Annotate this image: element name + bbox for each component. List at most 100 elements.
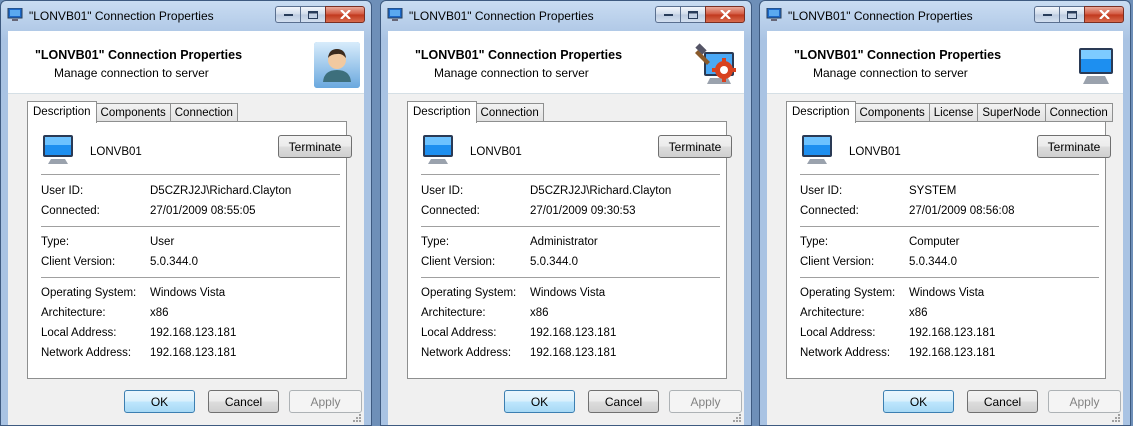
minimize-button[interactable] <box>655 6 680 23</box>
admin-tools-icon <box>695 43 736 84</box>
network-address-value: 192.168.123.181 <box>150 347 237 359</box>
tab-connection[interactable]: Connection <box>476 103 544 122</box>
minimize-button[interactable] <box>1034 6 1059 23</box>
header-title: "LONVB01" Connection Properties <box>35 48 243 62</box>
resize-grip-icon[interactable] <box>352 413 362 423</box>
client-version-label: Client Version: <box>41 256 116 268</box>
monitor-icon <box>1079 48 1113 84</box>
monitor-icon <box>766 8 782 21</box>
terminate-button[interactable]: Terminate <box>278 135 352 158</box>
arch-value: x86 <box>530 307 549 319</box>
local-address-value: 192.168.123.181 <box>909 327 996 339</box>
network-address-row: Network Address: 192.168.123.181 <box>800 347 995 359</box>
connected-row: Connected: 27/01/2009 08:56:08 <box>800 205 1015 217</box>
connected-value: 27/01/2009 08:56:08 <box>909 205 1015 217</box>
os-label: Operating System: <box>41 287 137 299</box>
resize-grip-icon[interactable] <box>1111 413 1121 423</box>
separator <box>41 277 340 278</box>
separator <box>800 226 1099 227</box>
tab-description[interactable]: Description <box>407 101 477 123</box>
user-id-value: D5CZRJ2J\Richard.Clayton <box>530 185 672 197</box>
type-label: Type: <box>421 236 450 248</box>
type-row: Type: Administrator <box>421 236 598 248</box>
title-bar[interactable]: "LONVB01" Connection Properties <box>381 1 751 31</box>
ok-button[interactable]: OK <box>883 390 954 413</box>
maximize-button[interactable] <box>300 6 325 23</box>
local-address-row: Local Address: 192.168.123.181 <box>421 327 616 339</box>
network-address-value: 192.168.123.181 <box>530 347 617 359</box>
user-id-row: User ID: D5CZRJ2J\Richard.Clayton <box>41 185 291 197</box>
connected-label: Connected: <box>41 205 100 217</box>
os-row: Operating System: Windows Vista <box>800 287 984 299</box>
ok-button[interactable]: OK <box>504 390 575 413</box>
os-label: Operating System: <box>800 287 896 299</box>
header-subtitle: Manage connection to server <box>434 66 589 80</box>
close-button[interactable] <box>1084 6 1124 23</box>
dialog-header: "LONVB01" Connection Properties Manage c… <box>388 31 744 94</box>
apply-button[interactable]: Apply <box>669 390 742 413</box>
os-value: Windows Vista <box>150 287 226 299</box>
apply-button[interactable]: Apply <box>289 390 362 413</box>
header-title: "LONVB01" Connection Properties <box>794 48 1002 62</box>
computer-icon <box>423 135 453 164</box>
arch-label: Architecture: <box>41 307 106 319</box>
separator <box>41 174 340 175</box>
header-title: "LONVB01" Connection Properties <box>415 48 623 62</box>
user-icon <box>314 42 360 88</box>
network-address-row: Network Address: 192.168.123.181 <box>421 347 616 359</box>
tab-connection[interactable]: Connection <box>170 103 238 122</box>
computer-name: LONVB01 <box>470 146 522 158</box>
separator <box>800 174 1099 175</box>
tab-description[interactable]: Description <box>786 101 856 123</box>
arch-row: Architecture: x86 <box>800 307 928 319</box>
dialog-window-administrator: "LONVB01" Connection Properties "LONVB01… <box>380 0 752 426</box>
client-version-label: Client Version: <box>800 256 875 268</box>
local-address-value: 192.168.123.181 <box>530 327 617 339</box>
arch-label: Architecture: <box>421 307 486 319</box>
arch-value: x86 <box>150 307 169 319</box>
tab-connection[interactable]: Connection <box>1045 103 1113 122</box>
close-button[interactable] <box>325 6 365 23</box>
ok-button[interactable]: OK <box>124 390 195 413</box>
terminate-button[interactable]: Terminate <box>658 135 732 158</box>
tab-components[interactable]: Components <box>96 103 171 122</box>
resize-grip-icon[interactable] <box>732 413 742 423</box>
maximize-button[interactable] <box>680 6 705 23</box>
user-id-row: User ID: D5CZRJ2J\Richard.Clayton <box>421 185 671 197</box>
window-title: "LONVB01" Connection Properties <box>788 9 973 23</box>
client-version-label: Client Version: <box>421 256 496 268</box>
cancel-button[interactable]: Cancel <box>967 390 1038 413</box>
tab-description[interactable]: Description <box>27 101 97 123</box>
maximize-icon <box>688 10 698 19</box>
dialog-header: "LONVB01" Connection Properties Manage c… <box>767 31 1123 94</box>
header-subtitle: Manage connection to server <box>54 66 209 80</box>
tab-supernode[interactable]: SuperNode <box>978 103 1046 122</box>
title-bar[interactable]: "LONVB01" Connection Properties <box>1 1 371 31</box>
cancel-button[interactable]: Cancel <box>208 390 279 413</box>
connected-label: Connected: <box>800 205 859 217</box>
description-panel: LONVB01 Terminate User ID: SYSTEM Connect… <box>786 121 1111 379</box>
apply-button[interactable]: Apply <box>1048 390 1121 413</box>
local-address-row: Local Address: 192.168.123.181 <box>41 327 236 339</box>
dialog-window-computer: "LONVB01" Connection Properties "LONVB01… <box>759 0 1131 426</box>
tab-components[interactable]: Components <box>855 103 930 122</box>
minimize-button[interactable] <box>275 6 300 23</box>
terminate-button[interactable]: Terminate <box>1037 135 1111 158</box>
connected-row: Connected: 27/01/2009 09:30:53 <box>421 205 636 217</box>
minimize-icon <box>283 13 293 16</box>
tab-strip: Description Components Connection <box>27 101 238 123</box>
network-address-value: 192.168.123.181 <box>909 347 996 359</box>
computer-name: LONVB01 <box>90 146 142 158</box>
type-label: Type: <box>41 236 70 248</box>
tab-license[interactable]: License <box>929 103 979 122</box>
network-address-row: Network Address: 192.168.123.181 <box>41 347 236 359</box>
connected-value: 27/01/2009 08:55:05 <box>150 205 256 217</box>
user-id-value: SYSTEM <box>909 185 957 197</box>
close-icon <box>339 10 351 19</box>
title-bar[interactable]: "LONVB01" Connection Properties <box>760 1 1130 31</box>
cancel-button[interactable]: Cancel <box>588 390 659 413</box>
maximize-icon <box>308 10 318 19</box>
maximize-button[interactable] <box>1059 6 1084 23</box>
separator <box>421 226 720 227</box>
close-button[interactable] <box>705 6 745 23</box>
